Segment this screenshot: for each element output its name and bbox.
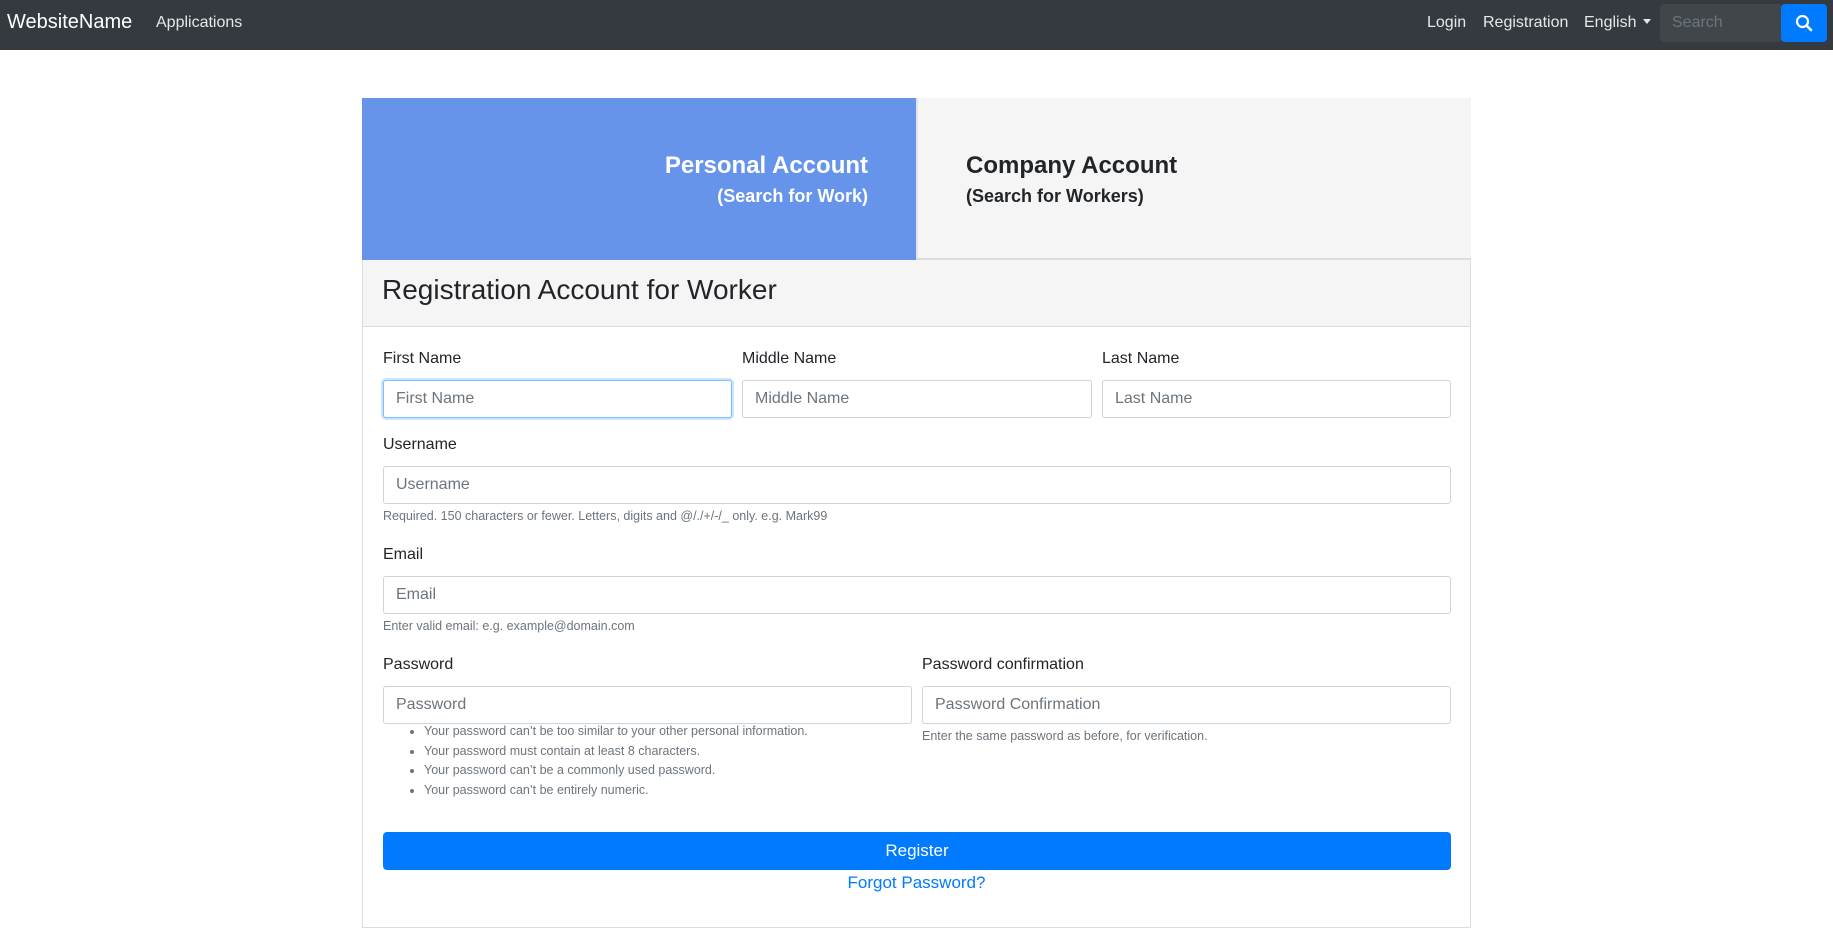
password-input[interactable] [383,686,912,724]
register-button[interactable]: Register [383,832,1451,870]
middle-name-label: Middle Name [742,350,837,367]
password-confirmation-label: Password confirmation [922,656,1084,673]
middle-name-input[interactable] [742,380,1092,418]
tab-company-subtitle: (Search for Workers) [966,186,1144,206]
password-rule-item: Your password must contain at least 8 ch… [424,742,984,762]
search-icon [1795,14,1813,32]
last-name-label: Last Name [1102,350,1180,367]
search-button[interactable] [1781,4,1827,42]
password-rule-item: Your password can’t be entirely numeric. [424,781,984,801]
username-input[interactable] [383,466,1451,504]
username-label: Username [383,436,457,453]
password-confirmation-input[interactable] [922,686,1451,724]
tab-personal-account[interactable]: Personal Account (Search for Work) [362,98,916,260]
email-input[interactable] [383,576,1451,614]
first-name-input[interactable] [383,380,732,418]
search-input[interactable] [1660,4,1781,42]
password-rule-item: Your password can’t be a commonly used p… [424,761,984,781]
tab-personal-title: Personal Account [664,152,868,179]
top-navbar: WebsiteName Applications Login Registrat… [0,0,1833,50]
language-dropdown[interactable]: English [1584,14,1652,32]
language-label: English [1584,14,1637,31]
forgot-password-link[interactable]: Forgot Password? [0,873,1833,893]
brand-link[interactable]: WebsiteName [7,11,132,34]
password-label: Password [383,656,454,673]
caret-down-icon [1643,19,1652,24]
form-header: Registration Account for Worker [363,260,1470,327]
nav-login-link[interactable]: Login [1427,14,1466,32]
nav-applications-link[interactable]: Applications [156,14,242,32]
password-rules-list: Your password can’t be too similar to yo… [382,722,984,800]
username-help-text: Required. 150 characters or fewer. Lette… [383,509,828,523]
email-label: Email [383,546,424,563]
tab-company-title: Company Account [966,152,1178,179]
password-rule-item: Your password can’t be too similar to yo… [424,722,984,742]
nav-registration-link[interactable]: Registration [1483,14,1568,32]
last-name-input[interactable] [1102,380,1451,418]
form-title: Registration Account for Worker [382,274,777,305]
first-name-label: First Name [383,350,462,367]
tab-company-account[interactable]: Company Account (Search for Workers) [916,98,1471,258]
password-confirmation-help-text: Enter the same password as before, for v… [922,729,1208,743]
email-help-text: Enter valid email: e.g. example@domain.c… [383,619,635,633]
tab-personal-subtitle: (Search for Work) [717,186,868,206]
